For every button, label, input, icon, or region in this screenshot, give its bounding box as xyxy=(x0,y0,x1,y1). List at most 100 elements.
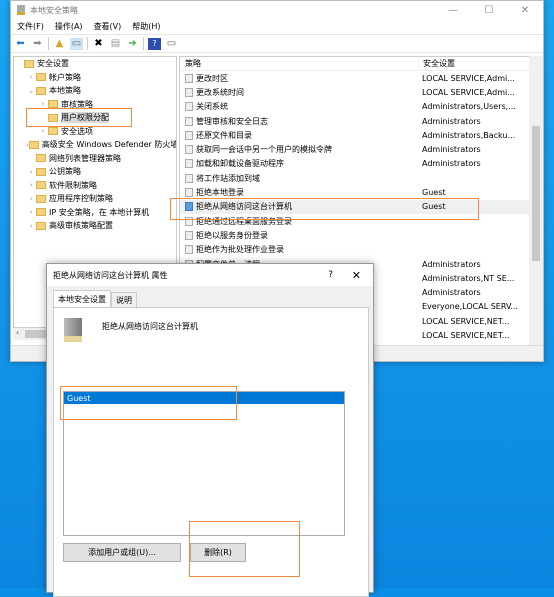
table-row[interactable]: 更改系统时间 LOCAL SERVICE,Admi... xyxy=(180,85,530,99)
tree-item-label: 软件限制策略 xyxy=(49,180,97,190)
tree-item[interactable]: › 帐户策略 xyxy=(14,71,176,85)
table-row[interactable]: 将工作站添加到域 xyxy=(180,171,530,185)
maximize-button[interactable]: ☐ xyxy=(471,1,507,19)
policy-name: 拒绝从网络访问这台计算机 xyxy=(102,322,198,331)
list-header: 策略 安全设置 xyxy=(180,57,530,71)
delete-icon[interactable]: ✖ xyxy=(92,38,105,50)
dialog-help-button[interactable]: ? xyxy=(328,270,333,280)
add-user-button[interactable]: 添加用户或组(U)... xyxy=(63,543,181,562)
up-folder-icon[interactable]: ▲ xyxy=(53,38,66,50)
tree-item-label: 本地策略 xyxy=(49,86,81,96)
tree-item[interactable]: › 公钥策略 xyxy=(14,165,176,179)
table-row[interactable]: 拒绝以服务身份登录 xyxy=(180,228,530,242)
folder-icon xyxy=(36,86,46,95)
vertical-scrollbar[interactable] xyxy=(529,56,543,346)
security-setting-cell: Administrators xyxy=(422,145,481,155)
tree-item-label: 帐户策略 xyxy=(49,72,81,82)
expand-arrow-icon[interactable]: › xyxy=(26,181,36,189)
security-setting-cell: LOCAL SERVICE,NET... xyxy=(422,330,510,340)
table-row[interactable]: 更改时区 LOCAL SERVICE,Admi... xyxy=(180,71,530,85)
column-header-setting[interactable]: 安全设置 xyxy=(418,58,518,69)
tree-item-label: 安全设置 xyxy=(37,59,69,69)
app-icon xyxy=(17,5,25,15)
tree-item-label: 网络列表管理器策略 xyxy=(49,153,121,163)
tree-item[interactable]: › 高级审核策略配置 xyxy=(14,219,176,233)
tree-item-label: 高级审核策略配置 xyxy=(49,221,113,231)
expand-arrow-icon[interactable]: › xyxy=(26,195,36,203)
policy-name-cell: 将工作站添加到域 xyxy=(196,173,260,183)
tab-local-security-setting[interactable]: 本地安全设置 xyxy=(53,290,111,307)
annotation-box xyxy=(170,198,479,220)
policy-name-cell: 加载和卸载设备驱动程序 xyxy=(196,159,284,169)
policy-name-cell: 拒绝本地登录 xyxy=(196,188,244,198)
tab-explain[interactable]: 说明 xyxy=(111,292,137,307)
policy-name-cell: 更改系统时间 xyxy=(196,87,244,97)
folder-icon xyxy=(36,221,46,230)
menu-file[interactable]: 文件(F) xyxy=(17,21,44,32)
table-row[interactable]: 拒绝作为批处理作业登录 xyxy=(180,243,530,257)
expand-arrow-icon[interactable]: › xyxy=(26,222,36,230)
menu-view[interactable]: 查看(V) xyxy=(94,21,122,32)
tree-item[interactable]: › 应用程序控制策略 xyxy=(14,192,176,206)
dialog-title: 拒绝从网络访问这台计算机 属性 xyxy=(53,270,168,280)
folder-icon xyxy=(36,167,46,176)
tree-item-label: IP 安全策略，在 本地计算机 xyxy=(49,207,150,217)
tree-item[interactable]: › 高级安全 Windows Defender 防火墙 xyxy=(14,138,176,152)
policy-icon xyxy=(185,130,193,140)
export-icon[interactable]: ➜ xyxy=(126,38,139,50)
tree-item[interactable]: › IP 安全策略，在 本地计算机 xyxy=(14,206,176,220)
expand-arrow-icon[interactable]: › xyxy=(38,127,48,135)
folder-icon xyxy=(36,194,46,203)
close-button[interactable]: ✕ xyxy=(507,1,543,19)
policy-icon xyxy=(185,159,193,169)
expand-arrow-icon[interactable]: › xyxy=(26,73,36,81)
table-row[interactable]: 加载和卸载设备驱动程序 Administrators xyxy=(180,157,530,171)
security-setting-cell: LOCAL SERVICE,Admi... xyxy=(422,73,515,83)
policy-icon xyxy=(185,87,193,97)
title-bar: 本地安全策略 — ☐ ✕ xyxy=(11,1,543,19)
folder-icon xyxy=(24,59,34,68)
expand-arrow-icon[interactable]: › xyxy=(26,208,36,216)
menu-help[interactable]: 帮助(H) xyxy=(132,21,160,32)
annotation-box xyxy=(189,521,300,577)
tree-item-label: 安全选项 xyxy=(61,126,93,136)
column-header-policy[interactable]: 策略 xyxy=(180,58,418,69)
policy-name-cell: 拒绝以服务身份登录 xyxy=(196,230,268,240)
back-icon[interactable]: ⬅ xyxy=(14,38,27,50)
policy-name-cell: 还原文件和目录 xyxy=(196,130,252,140)
properties-icon[interactable]: ▤ xyxy=(109,38,122,50)
tree-item[interactable]: ⌄ 本地策略 xyxy=(14,84,176,98)
menu-action[interactable]: 操作(A) xyxy=(55,21,83,32)
policy-icon xyxy=(185,173,193,183)
show-action-pane-icon[interactable]: ▭ xyxy=(165,38,178,50)
forward-icon[interactable]: ➡ xyxy=(31,38,44,50)
dialog-title-bar: 拒绝从网络访问这台计算机 属性 ? ✕ xyxy=(47,264,373,286)
table-row[interactable]: 获取同一会话中另一个用户的模拟令牌 Administrators xyxy=(180,142,530,156)
help-icon[interactable]: ? xyxy=(148,37,161,50)
table-row[interactable]: 管理审核和安全日志 Administrators xyxy=(180,114,530,128)
folder-icon xyxy=(48,127,58,136)
policy-name-cell: 拒绝作为批处理作业登录 xyxy=(196,245,284,255)
tree-item[interactable]: › 软件限制策略 xyxy=(14,179,176,193)
expand-arrow-icon[interactable]: ⌄ xyxy=(26,87,36,95)
tree-item-label: 高级安全 Windows Defender 防火墙 xyxy=(41,140,177,150)
expand-arrow-icon[interactable]: › xyxy=(26,168,36,176)
tree-item[interactable]: 安全设置 xyxy=(14,57,176,71)
table-row[interactable]: 还原文件和目录 Administrators,Backu... xyxy=(180,128,530,142)
security-setting-cell: Guest xyxy=(422,188,446,198)
show-hide-tree-icon[interactable]: ▭ xyxy=(70,37,83,50)
folder-icon xyxy=(36,208,46,217)
folder-icon xyxy=(36,181,46,190)
security-setting-cell: Administrators xyxy=(422,116,481,126)
security-setting-cell: Everyone,LOCAL SERV... xyxy=(422,302,519,312)
security-setting-cell: Administrators xyxy=(422,288,481,298)
table-row[interactable]: 关闭系统 Administrators,Users,... xyxy=(180,100,530,114)
folder-icon xyxy=(28,140,39,149)
policy-icon xyxy=(185,73,193,83)
folder-icon xyxy=(36,73,46,82)
tree-item[interactable]: 网络列表管理器策略 xyxy=(14,152,176,166)
minimize-button[interactable]: — xyxy=(435,1,471,19)
policy-icon xyxy=(185,102,193,112)
dialog-close-button[interactable]: ✕ xyxy=(352,269,361,282)
security-setting-cell: LOCAL SERVICE,Admi... xyxy=(422,87,515,97)
